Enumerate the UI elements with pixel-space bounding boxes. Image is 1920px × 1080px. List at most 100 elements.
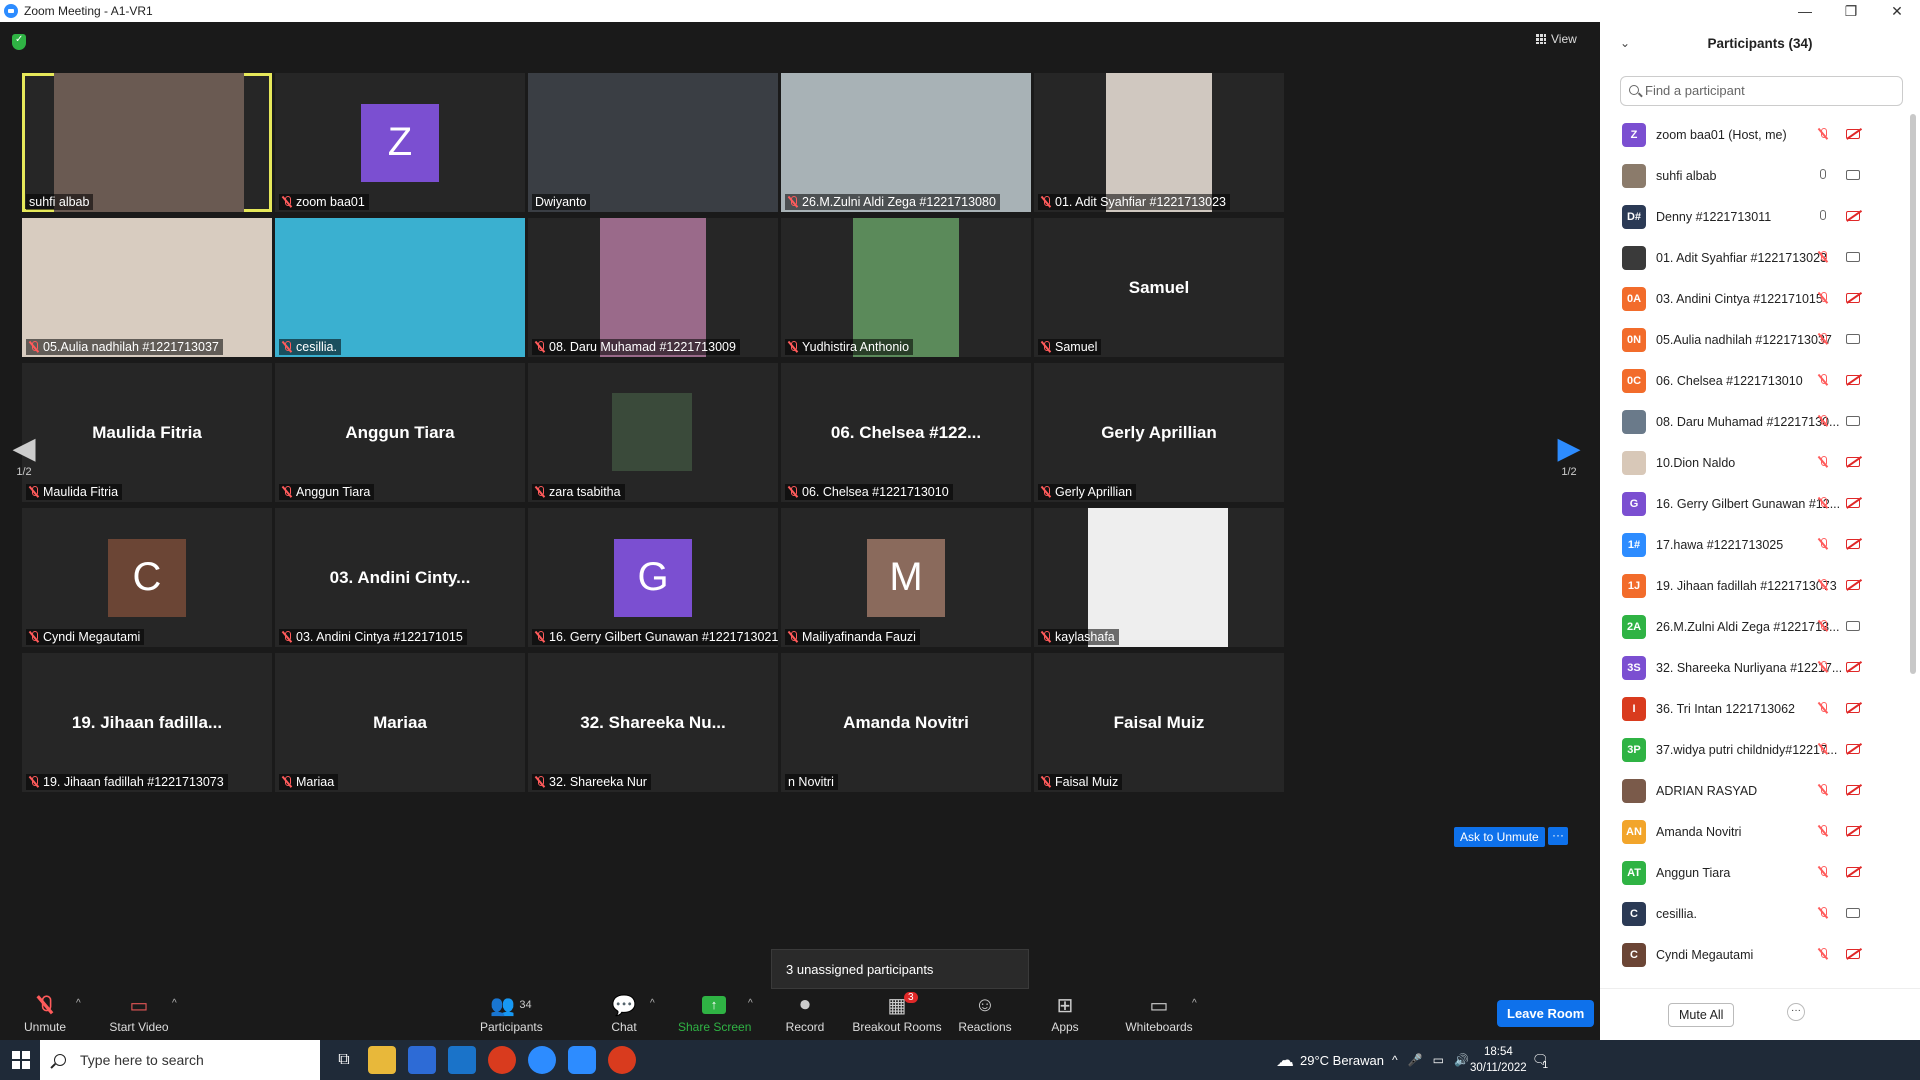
video-tile[interactable]: 26.M.Zulni Aldi Zega #1221713080	[781, 73, 1031, 212]
participant-list-item[interactable]: 1J 19. Jihaan fadillah #1221713073	[1600, 565, 1910, 606]
participant-list-item[interactable]: D# Denny #1221713011	[1600, 196, 1910, 237]
video-tile[interactable]: Samuel Samuel	[1034, 218, 1284, 357]
camera-off-icon[interactable]	[1846, 867, 1860, 877]
video-tile[interactable]: cesillia.	[275, 218, 525, 357]
camera-off-icon[interactable]	[1846, 703, 1860, 713]
video-tile[interactable]: Dwiyanto	[528, 73, 778, 212]
video-tile[interactable]: Mariaa Mariaa	[275, 653, 525, 792]
chat-options-caret[interactable]: ^	[650, 998, 655, 1009]
muted-mic-icon[interactable]	[1818, 620, 1828, 632]
mic-tray-icon[interactable]: 🎤	[1408, 1053, 1423, 1067]
camera-off-icon[interactable]	[1846, 539, 1860, 549]
muted-mic-icon[interactable]	[1818, 415, 1828, 427]
participant-search-input[interactable]: Find a participant	[1620, 76, 1903, 106]
camera-off-icon[interactable]	[1846, 949, 1860, 959]
camera-icon[interactable]	[1846, 621, 1860, 631]
camera-off-icon[interactable]	[1846, 826, 1860, 836]
video-tile[interactable]: Anggun Tiara Anggun Tiara	[275, 363, 525, 502]
ask-to-unmute-button[interactable]: Ask to Unmute	[1454, 827, 1545, 847]
mic-icon[interactable]	[1820, 169, 1826, 179]
mic-icon[interactable]	[1820, 210, 1826, 220]
mute-all-button[interactable]: Mute All	[1668, 1003, 1735, 1027]
participant-list-item[interactable]: Ccesillia.	[1600, 893, 1910, 934]
video-tile[interactable]: Yudhistira Anthonio	[781, 218, 1031, 357]
participant-list-item[interactable]: 08. Daru Muhamad #12217130...	[1600, 401, 1910, 442]
close-button[interactable]: ✕	[1874, 0, 1920, 22]
chrome-icon-2[interactable]	[608, 1046, 636, 1074]
mail-icon[interactable]	[448, 1046, 476, 1074]
next-page-button[interactable]: ▶ 1/2	[1546, 432, 1592, 478]
file-explorer-icon[interactable]	[368, 1046, 396, 1074]
muted-mic-icon[interactable]	[1818, 128, 1828, 140]
muted-mic-icon[interactable]	[1818, 743, 1828, 755]
video-tile[interactable]: 32. Shareeka Nu... 32. Shareeka Nur	[528, 653, 778, 792]
muted-mic-icon[interactable]	[1818, 825, 1828, 837]
weather-widget[interactable]: ☁ 29°C Berawan	[1276, 1040, 1384, 1080]
participant-list-item[interactable]: 0C 06. Chelsea #1221713010	[1600, 360, 1910, 401]
muted-mic-icon[interactable]	[1818, 374, 1828, 386]
camera-off-icon[interactable]	[1846, 129, 1860, 139]
tray-chevron-icon[interactable]: ^	[1392, 1053, 1398, 1067]
view-button[interactable]: View	[1536, 32, 1577, 46]
notifications-button[interactable]: 🗨 1	[1532, 1040, 1549, 1080]
muted-mic-icon[interactable]	[1818, 456, 1828, 468]
muted-mic-icon[interactable]	[1818, 333, 1828, 345]
camera-off-icon[interactable]	[1846, 785, 1860, 795]
minimize-button[interactable]: —	[1782, 0, 1828, 22]
muted-mic-icon[interactable]	[1818, 538, 1828, 550]
maximize-button[interactable]: ❐	[1828, 0, 1874, 22]
participant-list-item[interactable]: ADRIAN RASYAD	[1600, 770, 1910, 811]
video-tile[interactable]: C Cyndi Megautami	[22, 508, 272, 647]
record-button[interactable]: ⏺ Record	[782, 990, 828, 1040]
muted-mic-icon[interactable]	[1818, 702, 1828, 714]
muted-mic-icon[interactable]	[1818, 497, 1828, 509]
camera-off-icon[interactable]	[1846, 457, 1860, 467]
teamviewer-icon[interactable]	[528, 1046, 556, 1074]
encryption-shield-icon[interactable]	[12, 34, 26, 50]
muted-mic-icon[interactable]	[1818, 251, 1828, 263]
zoom-taskbar-icon[interactable]	[568, 1046, 596, 1074]
chrome-icon[interactable]	[488, 1046, 516, 1074]
participant-list-item[interactable]: suhfi albab	[1600, 155, 1910, 196]
camera-off-icon[interactable]	[1846, 498, 1860, 508]
audio-options-caret[interactable]: ^	[76, 998, 81, 1009]
video-tile[interactable]: kaylashafa	[1034, 508, 1284, 647]
participant-list-item[interactable]: 10.Dion Naldo	[1600, 442, 1910, 483]
whiteboards-options-caret[interactable]: ^	[1192, 998, 1197, 1009]
video-tile[interactable]: G 16. Gerry Gilbert Gunawan #1221713021	[528, 508, 778, 647]
video-tile[interactable]: Maulida Fitria Maulida Fitria	[22, 363, 272, 502]
unmute-button[interactable]: Unmute	[18, 990, 72, 1040]
participant-list-item[interactable]: 1# 17.hawa #1221713025	[1600, 524, 1910, 565]
muted-mic-icon[interactable]	[1818, 784, 1828, 796]
video-tile[interactable]: Gerly Aprillian Gerly Aprillian	[1034, 363, 1284, 502]
video-tile[interactable]: 19. Jihaan fadilla... 19. Jihaan fadillah…	[22, 653, 272, 792]
participant-list-item[interactable]: 3P 37.widya putri childnidy#12217...	[1600, 729, 1910, 770]
store-icon[interactable]	[408, 1046, 436, 1074]
participant-list-item[interactable]: 0A 03. Andini Cintya #122171015	[1600, 278, 1910, 319]
participant-list-item[interactable]: 0N 05.Aulia nadhilah #1221713037	[1600, 319, 1910, 360]
camera-off-icon[interactable]	[1846, 662, 1860, 672]
leave-room-button[interactable]: Leave Room	[1497, 1000, 1595, 1027]
participant-list-item[interactable]: 3S 32. Shareeka Nurliyana #12217...	[1600, 647, 1910, 688]
video-tile[interactable]: 01. Adit Syahfiar #1221713023	[1034, 73, 1284, 212]
panel-more-button[interactable]: ···	[1787, 1003, 1805, 1021]
muted-mic-icon[interactable]	[1818, 661, 1828, 673]
video-tile[interactable]: Zzoom baa01	[275, 73, 525, 212]
participant-list-item[interactable]: AT Anggun Tiara	[1600, 852, 1910, 893]
camera-off-icon[interactable]	[1846, 293, 1860, 303]
muted-mic-icon[interactable]	[1818, 579, 1828, 591]
camera-icon[interactable]	[1846, 252, 1860, 262]
camera-off-icon[interactable]	[1846, 375, 1860, 385]
participant-list-item[interactable]: AN Amanda Novitri	[1600, 811, 1910, 852]
video-tile[interactable]: 05.Aulia nadhilah #1221713037	[22, 218, 272, 357]
camera-icon[interactable]	[1846, 170, 1860, 180]
camera-icon[interactable]	[1846, 908, 1860, 918]
muted-mic-icon[interactable]	[1818, 866, 1828, 878]
participant-list-scrollbar[interactable]	[1910, 114, 1916, 674]
camera-off-icon[interactable]	[1846, 580, 1860, 590]
task-view-icon[interactable]: ⧉	[330, 1046, 358, 1074]
camera-off-icon[interactable]	[1846, 744, 1860, 754]
start-video-button[interactable]: ▭ Start Video	[106, 990, 172, 1040]
volume-icon[interactable]: 🔊	[1454, 1053, 1469, 1067]
video-tile[interactable]: Amanda Novitri n Novitri	[781, 653, 1031, 792]
